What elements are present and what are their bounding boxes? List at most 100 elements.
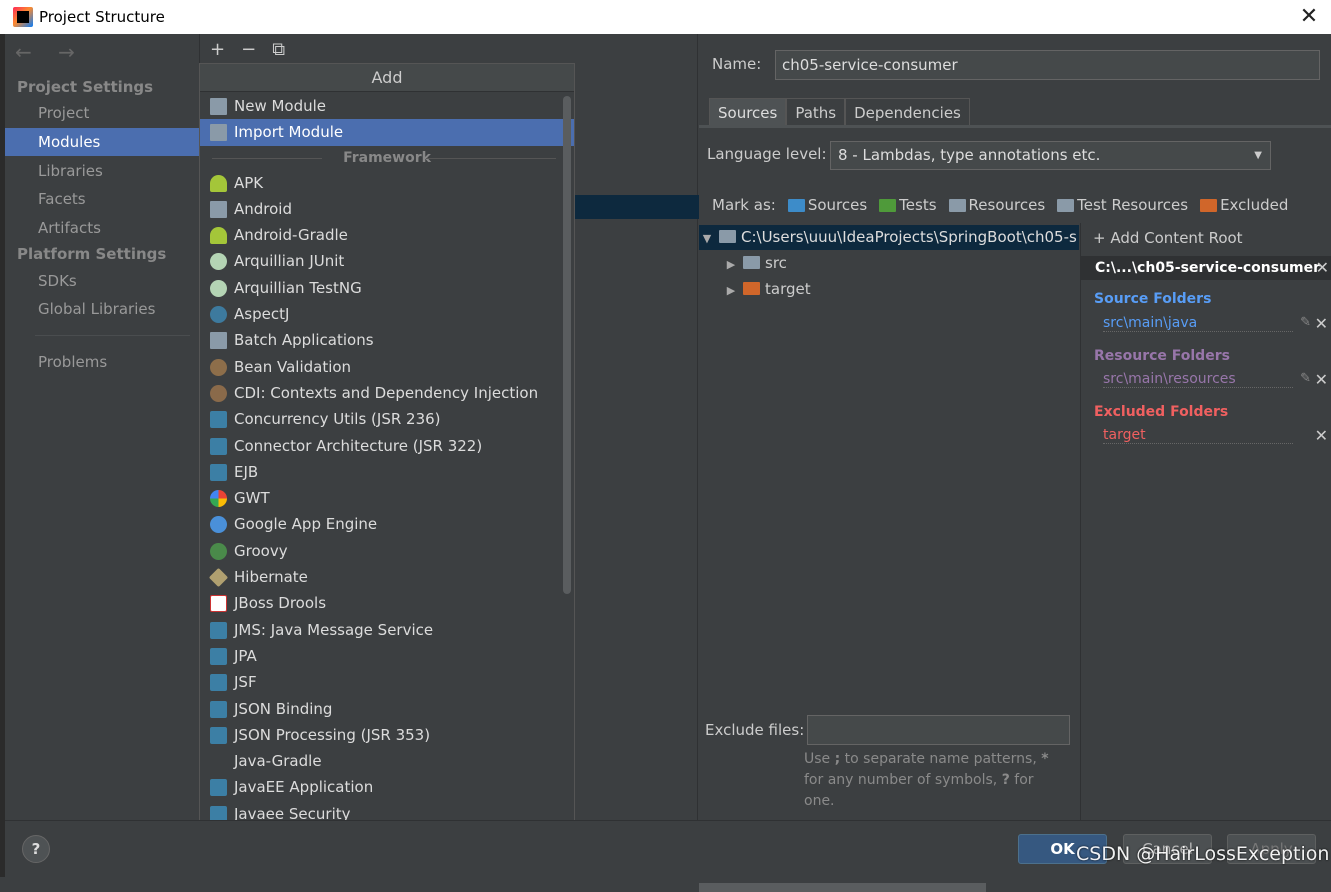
sidebar-item-project[interactable]: Project: [5, 99, 199, 127]
jsr-icon: [210, 700, 227, 718]
framework-item[interactable]: Arquillian JUnit: [200, 248, 574, 274]
tree-node-src[interactable]: ▶ src: [723, 251, 787, 276]
framework-item[interactable]: Groovy: [200, 538, 574, 564]
framework-label: Connector Architecture (JSR 322): [234, 436, 483, 455]
tab-sources[interactable]: Sources: [709, 98, 787, 126]
tab-underline: [699, 125, 1331, 128]
import-module-item[interactable]: Import Module: [200, 119, 574, 146]
framework-item[interactable]: Android-Gradle: [200, 222, 574, 248]
sidebar-item-libraries[interactable]: Libraries: [5, 157, 199, 185]
framework-item[interactable]: JPA: [200, 643, 574, 669]
hint-part: for any number of symbols,: [804, 772, 1002, 788]
import-icon: [210, 124, 227, 142]
framework-label: Arquillian TestNG: [234, 278, 362, 297]
watermark: CSDN @HairLossException: [1076, 843, 1330, 865]
framework-item[interactable]: JMS: Java Message Service: [200, 617, 574, 643]
mark-as-label: Mark as:: [712, 196, 776, 214]
jsr-icon: [210, 621, 227, 639]
selected-module-row[interactable]: [575, 195, 699, 219]
folder-icon: [787, 198, 805, 212]
close-icon[interactable]: ✕: [1295, 3, 1323, 31]
cdi-icon: [210, 384, 227, 402]
framework-item[interactable]: Google App Engine: [200, 511, 574, 537]
sidebar-item-global-libraries[interactable]: Global Libraries: [5, 295, 199, 323]
framework-item[interactable]: JSON Binding: [200, 696, 574, 722]
framework-item[interactable]: Hibernate: [200, 564, 574, 590]
framework-item[interactable]: Arquillian TestNG: [200, 275, 574, 301]
language-level-select[interactable]: 8 - Lambdas, type annotations etc. ▼: [830, 141, 1271, 170]
framework-item[interactable]: EJB: [200, 459, 574, 485]
help-icon[interactable]: ?: [22, 835, 50, 863]
tree-node-target[interactable]: ▶ target: [723, 277, 811, 302]
tree-root[interactable]: ▼ C:\Users\uuu\IdeaProjects\SpringBoot\ch…: [699, 225, 1079, 250]
folder-icon: [210, 332, 227, 350]
nav-arrows-icon[interactable]: ← →: [15, 40, 85, 64]
folder-icon: [743, 256, 760, 269]
edit-icon[interactable]: ✎: [1300, 371, 1311, 386]
framework-item[interactable]: Android: [200, 196, 574, 222]
excluded-folder-path[interactable]: target: [1103, 427, 1293, 444]
remove-excluded-icon[interactable]: ✕: [1315, 426, 1328, 445]
sidebar-item-artifacts[interactable]: Artifacts: [5, 214, 199, 242]
mark-as-test-resources[interactable]: Test Resources: [1057, 196, 1188, 214]
framework-item[interactable]: Connector Architecture (JSR 322): [200, 433, 574, 459]
content-root-header: C:\...\ch05-service-consumer ✕: [1081, 256, 1331, 280]
source-folders-heading: Source Folders: [1094, 291, 1212, 307]
framework-item[interactable]: CDI: Contexts and Dependency Injection: [200, 380, 574, 406]
blank-icon: [210, 753, 227, 770]
framework-item[interactable]: JBoss Drools: [200, 590, 574, 616]
framework-item[interactable]: Concurrency Utils (JSR 236): [200, 406, 574, 432]
framework-item[interactable]: JSF: [200, 669, 574, 695]
sidebar-item-sdks[interactable]: SDKs: [5, 267, 199, 295]
remove-resource-icon[interactable]: ✕: [1315, 370, 1328, 389]
remove-source-icon[interactable]: ✕: [1315, 314, 1328, 333]
sidebar-divider: [35, 335, 190, 336]
mark-as-tests[interactable]: Tests: [879, 196, 937, 214]
hint-part: Use: [804, 751, 835, 767]
mark-as-excluded[interactable]: Excluded: [1200, 196, 1288, 214]
content-tree: ▼ C:\Users\uuu\IdeaProjects\SpringBoot\ch…: [699, 223, 1079, 892]
source-folder-path[interactable]: src\main\java: [1103, 315, 1293, 332]
collapsed-arrow-icon[interactable]: ▶: [723, 252, 739, 277]
remove-icon[interactable]: −: [241, 39, 256, 60]
add-icon[interactable]: +: [210, 39, 225, 60]
folder-icon: [719, 230, 736, 243]
mark-as-resources[interactable]: Resources: [948, 196, 1045, 214]
modules-toolbar: + − ⧉: [200, 34, 285, 64]
new-module-item[interactable]: New Module: [200, 93, 574, 119]
module-name-field[interactable]: ch05-service-consumer: [775, 50, 1320, 80]
framework-item[interactable]: AspectJ: [200, 301, 574, 327]
popup-scrollbar[interactable]: [563, 96, 571, 594]
module-folder-icon: [210, 98, 227, 115]
framework-item[interactable]: Batch Applications: [200, 327, 574, 353]
framework-item[interactable]: Java-Gradle: [200, 748, 574, 774]
mark-as-sources[interactable]: Sources: [787, 196, 867, 214]
copy-icon[interactable]: ⧉: [272, 39, 285, 60]
framework-item[interactable]: JavaEE Application: [200, 774, 574, 800]
gwt-icon: [210, 490, 227, 508]
add-content-root-button[interactable]: + Add Content Root: [1093, 229, 1243, 247]
resource-folders-heading: Resource Folders: [1094, 348, 1230, 364]
jsr-icon: [210, 463, 227, 481]
sidebar-item-facets[interactable]: Facets: [5, 185, 199, 213]
exclude-files-input[interactable]: [807, 715, 1070, 745]
framework-label: JSON Processing (JSR 353): [234, 725, 431, 744]
framework-item[interactable]: Bean Validation: [200, 354, 574, 380]
edit-icon[interactable]: ✎: [1300, 315, 1311, 330]
framework-item[interactable]: GWT: [200, 485, 574, 511]
framework-label: Android-Gradle: [234, 226, 348, 245]
sidebar-item-problems[interactable]: Problems: [5, 348, 199, 376]
remove-root-icon[interactable]: ✕: [1316, 256, 1329, 280]
tab-dependencies[interactable]: Dependencies: [845, 98, 970, 126]
mark-as-label-text: Test Resources: [1077, 196, 1189, 214]
collapsed-arrow-icon[interactable]: ▶: [723, 278, 739, 303]
expanded-arrow-icon[interactable]: ▼: [699, 226, 715, 251]
framework-item[interactable]: APK: [200, 170, 574, 196]
resource-folder-path[interactable]: src\main\resources: [1103, 371, 1293, 388]
sidebar-item-modules[interactable]: Modules: [5, 128, 199, 156]
tab-paths[interactable]: Paths: [786, 98, 846, 126]
jsr-icon: [210, 647, 227, 665]
tree-hscrollbar[interactable]: [699, 883, 986, 892]
framework-item[interactable]: JSON Processing (JSR 353): [200, 722, 574, 748]
framework-label: JSF: [234, 673, 257, 692]
